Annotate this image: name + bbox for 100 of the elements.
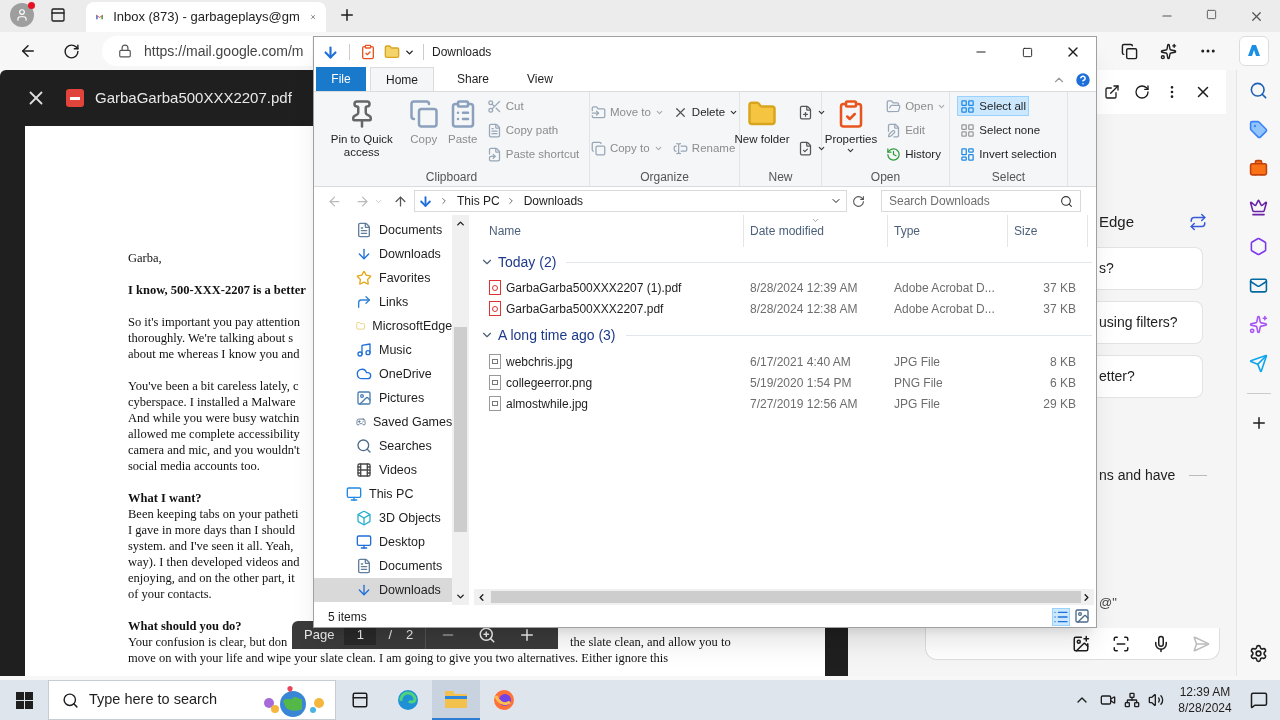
nav-item[interactable]: Pictures xyxy=(314,386,453,410)
column-header[interactable]: Type xyxy=(888,215,1008,247)
ribbon-button[interactable]: History xyxy=(883,144,944,164)
nav-item[interactable]: Music xyxy=(314,338,453,362)
network-icon[interactable] xyxy=(1124,692,1140,708)
address-field[interactable]: https://mail.google.com/m xyxy=(102,36,312,66)
extension-icon[interactable] xyxy=(1160,42,1177,60)
file-date: 8/28/2024 12:39 AM xyxy=(749,279,859,297)
tag-icon[interactable] xyxy=(1249,120,1268,139)
nav-item[interactable]: Searches xyxy=(314,434,453,458)
ribbon-button[interactable]: Invert selection xyxy=(957,144,1060,164)
nav-item[interactable]: OneDrive xyxy=(314,362,453,386)
address-bar[interactable]: This PC Downloads xyxy=(414,190,847,212)
collections-icon[interactable] xyxy=(1121,42,1138,60)
breadcrumb-item[interactable]: Downloads xyxy=(523,192,584,210)
file-row[interactable]: webchris.jpg 6/17/2021 4:40 AM JPG File 8 KB xyxy=(474,351,1096,372)
refresh-icon[interactable] xyxy=(63,42,80,60)
back-icon[interactable] xyxy=(19,42,37,60)
file-row[interactable]: GarbaGarba500XXX2207.pdf 8/28/2024 12:38 AM Adobe Acrobat D... 37 KB xyxy=(474,298,1096,319)
suggestion-card[interactable]: using filters? xyxy=(1097,301,1203,344)
clock[interactable]: 12:39 AM 8/28/2024 xyxy=(1172,684,1238,716)
file-type: PNG File xyxy=(893,374,944,392)
taskbar-app-button[interactable] xyxy=(432,680,480,720)
hexagon-icon[interactable] xyxy=(1249,237,1268,256)
horizontal-scrollbar[interactable] xyxy=(474,589,1094,605)
ribbon-button[interactable]: Pin to Quick access xyxy=(320,98,403,160)
swap-icon[interactable] xyxy=(1189,213,1208,231)
search-field[interactable]: Search Downloads xyxy=(881,190,1081,212)
copilot-button[interactable] xyxy=(1239,36,1269,66)
nav-item[interactable]: Videos xyxy=(314,458,453,482)
breadcrumb-item[interactable]: This PC xyxy=(457,192,500,210)
ribbon-button[interactable]: Properties xyxy=(821,98,881,156)
details-view-icon[interactable] xyxy=(1052,608,1070,626)
nav-item[interactable]: Favorites xyxy=(314,266,453,290)
search-icon[interactable] xyxy=(1249,81,1268,100)
nav-item[interactable]: Links xyxy=(314,290,453,314)
nav-item[interactable]: 3D Objects xyxy=(314,506,453,530)
help-icon[interactable] xyxy=(1074,71,1092,89)
nav-item[interactable]: Documents xyxy=(314,554,453,578)
edit-icon xyxy=(886,122,902,138)
nav-item[interactable]: Saved Games xyxy=(314,410,453,434)
paper-plane-icon[interactable] xyxy=(1249,354,1268,373)
briefcase-icon[interactable] xyxy=(1249,159,1268,178)
new-tab-icon[interactable] xyxy=(338,6,356,24)
large-icons-view-icon[interactable] xyxy=(1074,608,1090,624)
add-image-icon[interactable] xyxy=(1072,634,1090,653)
grid-icon xyxy=(960,122,976,138)
open-external-icon[interactable] xyxy=(1104,84,1120,100)
browser-tab[interactable]: Inbox (873) - garbageplays@gm xyxy=(86,2,326,32)
suggestion-card[interactable]: s? xyxy=(1097,247,1203,290)
ribbon-tab[interactable]: Home xyxy=(370,67,434,91)
file-row[interactable]: collegeerror.png 5/19/2020 1:54 PM PNG File 6 KB xyxy=(474,372,1096,393)
close-icon[interactable] xyxy=(1249,9,1264,24)
file-date: 8/28/2024 12:38 AM xyxy=(749,300,859,318)
refresh-icon[interactable] xyxy=(1134,84,1150,100)
nav-item[interactable]: Documents xyxy=(314,218,453,242)
camera-icon[interactable] xyxy=(1100,692,1116,708)
text-line: I gave in more days than I should xyxy=(128,522,295,538)
group-header[interactable]: A long time ago (3) xyxy=(498,324,616,346)
ribbon-tab[interactable]: View xyxy=(512,67,568,91)
ribbon-tab[interactable]: Share xyxy=(442,67,505,91)
star-icon xyxy=(356,270,372,286)
column-header[interactable]: Name xyxy=(474,215,744,247)
chat-input-field[interactable] xyxy=(925,628,1220,660)
mail-icon[interactable] xyxy=(1249,276,1268,295)
firefox-logo-icon xyxy=(492,688,516,712)
profile-avatar[interactable] xyxy=(10,3,34,27)
restore-icon[interactable] xyxy=(1206,9,1217,20)
refresh-icon[interactable] xyxy=(852,194,865,208)
volume-icon[interactable] xyxy=(1148,692,1164,708)
tab-actions-button[interactable] xyxy=(48,5,68,25)
file-tab[interactable]: File xyxy=(316,67,366,91)
open-icon xyxy=(886,98,902,114)
taskbar-search-field[interactable]: Type here to search xyxy=(48,680,336,720)
nav-item[interactable]: MicrosoftEdge xyxy=(314,314,453,338)
file-row[interactable]: GarbaGarba500XXX2207 (1).pdf 8/28/2024 12:39 AM Adobe Acrobat D... 37 KB xyxy=(474,277,1096,298)
ribbon-button[interactable]: Select none xyxy=(957,120,1044,140)
vertical-scrollbar[interactable] xyxy=(452,215,469,605)
ribbon-button[interactable]: Select all xyxy=(957,96,1029,116)
properties-icon[interactable] xyxy=(360,44,376,60)
column-header[interactable]: Size xyxy=(1008,215,1088,247)
suggestion-card[interactable]: etter? xyxy=(1097,355,1203,398)
nav-item[interactable]: This PC xyxy=(314,482,453,506)
column-header[interactable]: Date modified xyxy=(744,215,888,247)
notifications-icon[interactable] xyxy=(1250,691,1268,709)
sparkle-icon[interactable] xyxy=(1249,315,1268,334)
nav-item[interactable]: Downloads xyxy=(314,242,453,266)
settings-icon[interactable] xyxy=(1249,644,1268,663)
zoom-icon[interactable] xyxy=(478,626,497,644)
chess-piece-icon[interactable] xyxy=(1249,198,1268,217)
up-icon[interactable] xyxy=(393,193,408,209)
file-row[interactable]: almostwhile.jpg 7/27/2019 12:56 AM JPG File 29 KB xyxy=(474,393,1096,414)
group-header[interactable]: Today (2) xyxy=(498,251,557,273)
scrollbar-thumb[interactable] xyxy=(491,591,1081,603)
nav-item[interactable]: Downloads xyxy=(314,578,453,602)
down-arrow-icon[interactable] xyxy=(322,43,339,61)
microphone-icon[interactable] xyxy=(1152,634,1170,653)
nav-item[interactable]: Desktop xyxy=(314,530,453,554)
screenshot-icon[interactable] xyxy=(1112,634,1130,653)
scrollbar-thumb[interactable] xyxy=(454,327,468,532)
